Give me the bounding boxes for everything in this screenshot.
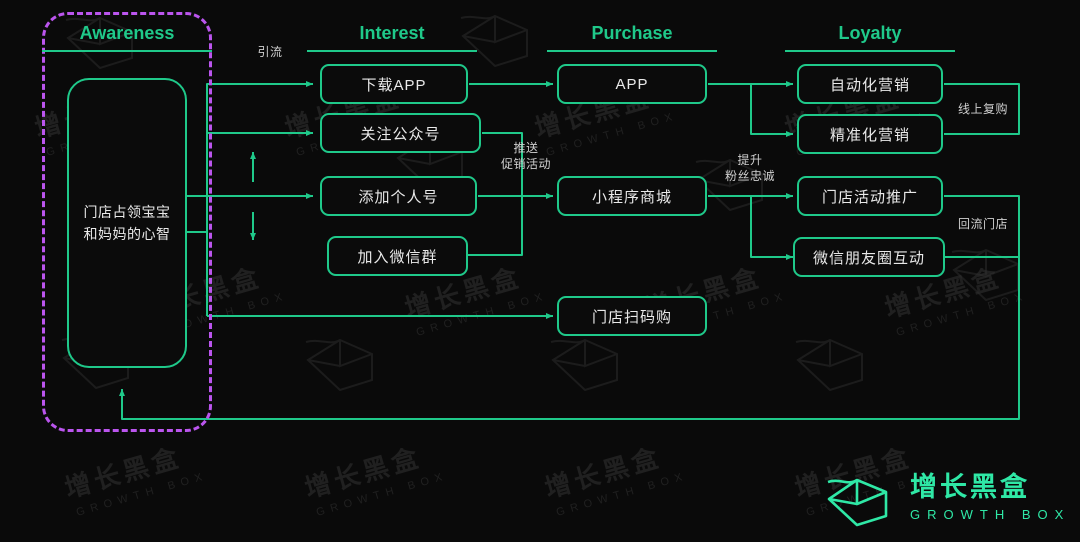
diagram-canvas: 增长黑盒 GROWTH BOX 增长黑盒 GROWTH BOX 增长黑盒 GRO… <box>0 0 1080 542</box>
watermark-cn: 增长黑盒 <box>301 441 426 504</box>
node-label: 小程序商城 <box>591 188 672 206</box>
node-join-group[interactable]: 加入微信群 <box>327 236 468 276</box>
watermark-text: 增长黑盒 GROWTH BOX <box>300 431 449 520</box>
edge-label-line2: 促销活动 <box>500 157 551 171</box>
node-label: 门店活动推广 <box>821 188 918 206</box>
wire-mini-to-moments <box>750 196 793 260</box>
node-mini-program[interactable]: 小程序商城 <box>557 176 707 216</box>
edge-label-back-to-store: 回流门店 <box>952 216 1014 232</box>
edge-label-line2: 粉丝忠诚 <box>724 169 775 183</box>
wire-app-to-precise <box>750 84 793 137</box>
node-follow-account[interactable]: 关注公众号 <box>320 113 481 153</box>
stage-rule <box>307 50 477 52</box>
node-label: 下载APP <box>361 76 427 94</box>
node-label-line2: 和妈妈的心智 <box>83 226 171 242</box>
edge-label-push-promo: 推送 促销活动 <box>492 140 560 172</box>
edge-label-line1: 提升 <box>737 153 763 167</box>
watermark-en: GROWTH BOX <box>414 289 550 339</box>
stage-header-awareness: Awareness <box>42 22 212 52</box>
stage-header-loyalty: Loyalty <box>785 22 955 52</box>
node-precise-marketing[interactable]: 精准化营销 <box>797 114 943 154</box>
stage-title: Awareness <box>79 23 175 43</box>
edge-label-line1: 线上复购 <box>957 102 1008 116</box>
node-store-scan[interactable]: 门店扫码购 <box>557 296 707 336</box>
edge-label-boost-loyalty: 提升 粉丝忠诚 <box>716 152 784 184</box>
stage-title: Purchase <box>591 23 673 43</box>
node-label: 关注公众号 <box>360 125 441 143</box>
edge-label-line1: 引流 <box>257 45 283 59</box>
stage-title: Loyalty <box>838 23 902 43</box>
brand-logo: 增长黑盒 GROWTH BOX <box>824 466 1070 528</box>
node-store-promotion[interactable]: 门店活动推广 <box>797 176 943 216</box>
node-label: 自动化营销 <box>829 76 910 94</box>
edge-label-line1: 推送 <box>513 141 539 155</box>
brand-name-en: GROWTH BOX <box>910 507 1071 522</box>
node-label: 添加个人号 <box>358 188 439 206</box>
stage-rule <box>785 50 955 52</box>
edge-label-online-repeat: 线上复购 <box>952 101 1014 117</box>
stage-rule <box>547 50 717 52</box>
edge-label-traffic: 引流 <box>248 44 292 60</box>
brand-text: 增长黑盒 GROWTH BOX <box>910 472 1070 522</box>
brand-name-cn: 增长黑盒 <box>910 472 1030 502</box>
watermark-text: 增长黑盒 GROWTH BOX <box>540 431 689 520</box>
node-label: 门店扫码购 <box>591 308 672 326</box>
watermark-en: GROWTH BOX <box>314 469 450 519</box>
watermark-en: GROWTH BOX <box>74 469 210 519</box>
node-label-line1: 门店占领宝宝 <box>83 204 171 220</box>
node-add-personal[interactable]: 添加个人号 <box>320 176 477 216</box>
watermark-logo-icon <box>951 248 1019 302</box>
node-awareness-core[interactable]: 门店占领宝宝 和妈妈的心智 <box>67 78 187 368</box>
node-moments-engagement[interactable]: 微信朋友圈互动 <box>793 237 945 277</box>
stage-rule <box>42 50 212 52</box>
stage-header-interest: Interest <box>307 22 477 52</box>
stage-header-purchase: Purchase <box>547 22 717 52</box>
watermark-logo-icon <box>795 338 863 392</box>
growth-box-icon <box>827 478 888 527</box>
node-app[interactable]: APP <box>557 64 707 104</box>
watermark-cn: 增长黑盒 <box>61 441 186 504</box>
watermark-cn: 增长黑盒 <box>541 441 666 504</box>
watermark-en: GROWTH BOX <box>544 109 680 159</box>
watermark-en: GROWTH BOX <box>554 469 690 519</box>
stage-title: Interest <box>359 23 425 43</box>
edge-label-line1: 回流门店 <box>957 217 1008 231</box>
node-label: APP <box>615 75 649 93</box>
node-label: 微信朋友圈互动 <box>812 249 925 267</box>
node-auto-marketing[interactable]: 自动化营销 <box>797 64 943 104</box>
node-label: 加入微信群 <box>357 248 438 266</box>
watermark-text: 增长黑盒 GROWTH BOX <box>60 431 209 520</box>
watermark-en: GROWTH BOX <box>894 289 1030 339</box>
node-download-app[interactable]: 下载APP <box>320 64 468 104</box>
watermark-logo-icon <box>305 338 373 392</box>
node-label: 精准化营销 <box>829 126 910 144</box>
